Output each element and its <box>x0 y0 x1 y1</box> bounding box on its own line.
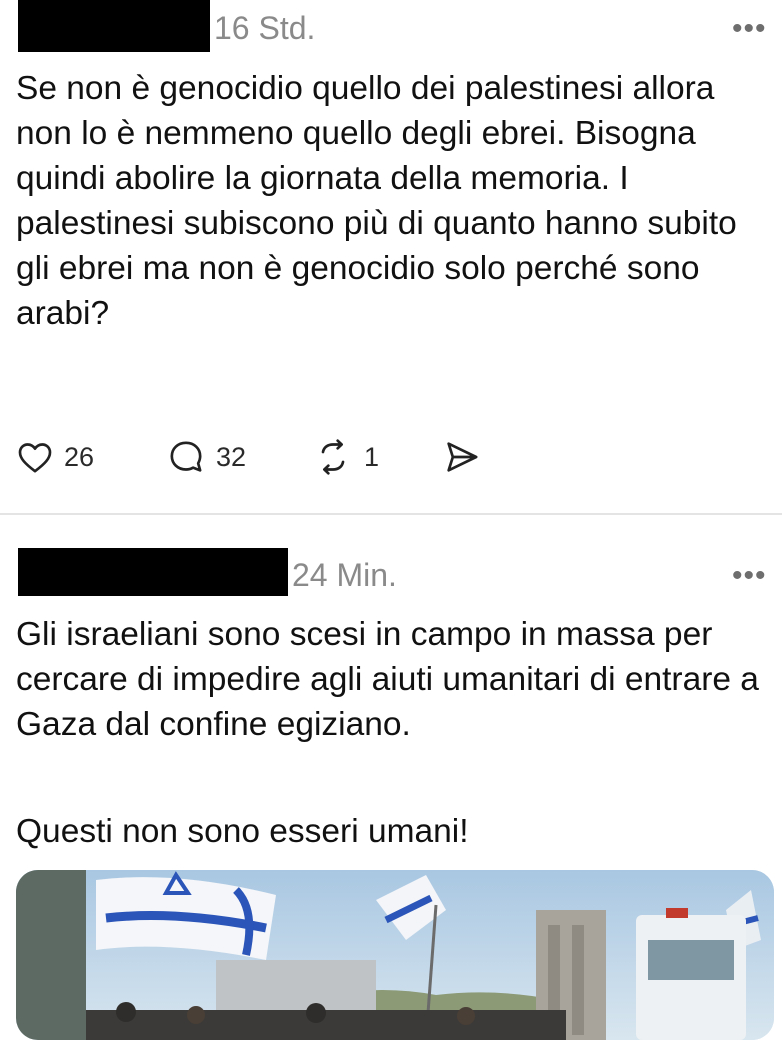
heart-icon <box>18 443 52 473</box>
repost-icon <box>321 439 345 475</box>
share-button[interactable] <box>442 432 482 482</box>
redacted-username <box>18 0 210 52</box>
like-count: 26 <box>64 441 95 472</box>
post-timestamp: 16 Std. <box>214 10 316 46</box>
repost-count: 1 <box>364 441 380 472</box>
like-button[interactable]: 26 <box>14 432 94 482</box>
reply-button[interactable]: 32 <box>164 432 246 482</box>
repost-button[interactable]: 1 <box>310 432 379 482</box>
more-icon[interactable]: ••• <box>732 14 767 44</box>
post-text: Se non è genocidio quello dei palestines… <box>16 70 737 332</box>
post-text: Gli israeliani sono scesi in campo in ma… <box>16 616 759 743</box>
post-1[interactable]: 16 Std. ••• Se non è genocidio quello de… <box>0 0 782 513</box>
redacted-username <box>18 548 288 596</box>
reply-icon <box>170 441 202 472</box>
crowd-flags-photo <box>16 870 774 1040</box>
post-image[interactable] <box>16 870 774 1040</box>
more-icon[interactable]: ••• <box>732 561 767 591</box>
post-timestamp: 24 Min. <box>292 557 397 593</box>
post-text-secondary: Questi non sono esseri umani! <box>16 813 469 850</box>
reply-count: 32 <box>216 441 247 472</box>
post-actions: 26 32 1 <box>14 432 614 482</box>
share-icon <box>447 442 478 472</box>
